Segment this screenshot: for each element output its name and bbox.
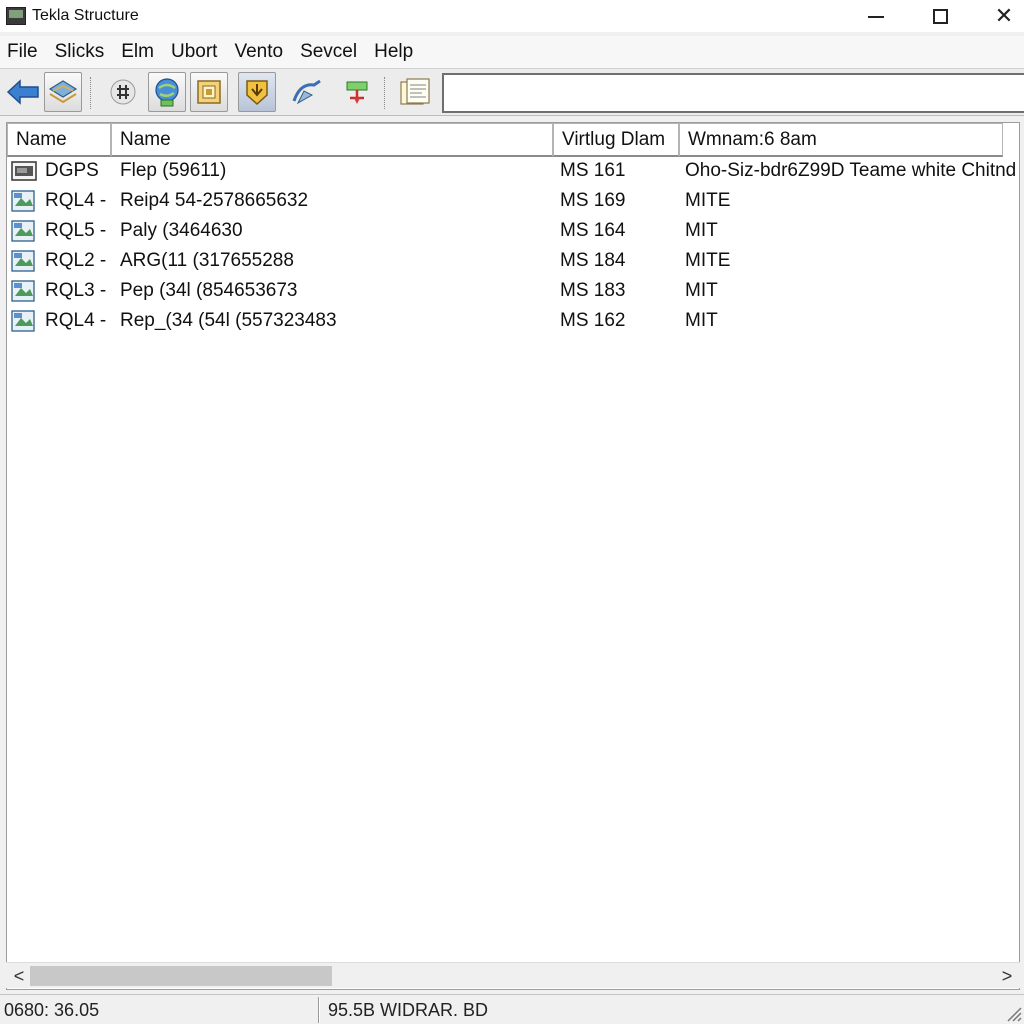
maximize-button[interactable] <box>908 0 972 32</box>
address-field[interactable] <box>442 73 1024 113</box>
horizontal-scrollbar[interactable]: < > <box>6 962 1020 988</box>
layers-button[interactable] <box>44 72 82 112</box>
globe-button[interactable] <box>148 72 186 112</box>
toolbar <box>0 68 1024 116</box>
toolbar-separator <box>90 77 92 109</box>
back-arrow-icon <box>6 79 39 105</box>
menu-ubort[interactable]: Ubort <box>164 41 227 63</box>
table-row[interactable]: RQL3 - Pep (34l (854653673 MS 183 MIT <box>7 276 1019 306</box>
back-button[interactable] <box>4 72 42 112</box>
row-name: Paly (3464630 <box>120 220 243 241</box>
scroll-right-icon[interactable]: > <box>996 963 1018 989</box>
menu-sevcel[interactable]: Sevcel <box>293 41 367 63</box>
menu-elm[interactable]: Elm <box>114 41 164 63</box>
row-code: RQL2 - <box>45 250 107 271</box>
status-bar: 0680: 36.05 95.5B WIDRAR. BD <box>0 994 1024 1024</box>
row-description: MITE <box>685 190 731 211</box>
table-row[interactable]: RQL4 - Reip4 54-2578665632 MS 169 MITE <box>7 186 1019 216</box>
list-header: Name Name Virtlug Dlam Wmnam:6 8am <box>7 123 1019 157</box>
menu-bar: File Slicks Elm Ubort Vento Sevcel Help <box>0 36 1024 68</box>
status-left: 0680: 36.05 <box>4 999 100 1020</box>
row-name: Reip4 54-2578665632 <box>120 190 309 211</box>
row-value: MS 183 <box>560 280 626 301</box>
status-right: 95.5B WIDRAR. BD <box>328 999 489 1020</box>
menu-vento[interactable]: Vento <box>227 41 293 63</box>
column-header-name[interactable]: Name <box>7 123 111 157</box>
row-name: ARG(11 (317655288 <box>120 250 294 271</box>
fly-icon <box>292 79 321 105</box>
frame-button[interactable] <box>190 72 228 112</box>
grid-icon <box>110 79 136 105</box>
window-title: Tekla Structure <box>32 7 139 24</box>
shield-arrow-button[interactable] <box>238 72 276 112</box>
row-value: MS 162 <box>560 310 626 331</box>
layers-icon <box>48 80 78 104</box>
row-value: MS 184 <box>560 250 626 271</box>
row-name: Rep_(34 (54l (557323483 <box>120 310 337 331</box>
column-header-name-2[interactable]: Name <box>111 123 553 157</box>
row-description: MIT <box>685 310 718 331</box>
file-image-icon <box>11 310 35 332</box>
document-icon <box>400 78 430 105</box>
network-icon <box>346 81 368 104</box>
document-button[interactable] <box>396 72 434 112</box>
row-description: MITE <box>685 250 731 271</box>
title-bar: Tekla Structure ✕ <box>0 0 1024 32</box>
resize-grip-icon[interactable] <box>1004 1004 1022 1022</box>
grid-button[interactable] <box>104 72 142 112</box>
row-value: MS 164 <box>560 220 626 241</box>
close-button[interactable]: ✕ <box>972 0 1024 32</box>
minimize-icon <box>868 16 884 18</box>
table-row[interactable]: RQL2 - ARG(11 (317655288 MS 184 MITE <box>7 246 1019 276</box>
table-row[interactable]: DGPS Flep (59611) MS 161 Oho-Siz-bdr6Z99… <box>7 156 1019 186</box>
row-code: RQL5 - <box>45 220 107 241</box>
row-description: MIT <box>685 280 718 301</box>
row-value: MS 161 <box>560 160 626 181</box>
minimize-button[interactable] <box>844 0 908 32</box>
row-description: MIT <box>685 220 718 241</box>
table-row[interactable]: RQL5 - Paly (3464630 MS 164 MIT <box>7 216 1019 246</box>
toolbar-separator <box>384 77 386 109</box>
scroll-thumb[interactable] <box>30 966 332 986</box>
row-description: Oho-Siz-bdr6Z99D Teame white Chitnd <box>685 160 1015 181</box>
fly-button[interactable] <box>288 72 326 112</box>
row-code: RQL3 - <box>45 280 107 301</box>
status-divider <box>318 997 320 1023</box>
file-image-icon <box>11 280 35 302</box>
row-name: Pep (34l (854653673 <box>120 280 298 301</box>
file-image-icon <box>11 250 35 272</box>
globe-icon <box>155 78 179 107</box>
file-monitor-icon <box>11 161 37 181</box>
row-code: RQL4 - <box>45 310 107 331</box>
frame-icon <box>197 80 221 104</box>
row-code: RQL4 - <box>45 190 107 211</box>
scroll-left-icon[interactable]: < <box>8 963 30 989</box>
app-icon <box>6 7 26 25</box>
maximize-icon <box>932 8 948 24</box>
file-list-view: Name Name Virtlug Dlam Wmnam:6 8am DGPS … <box>6 122 1020 990</box>
menu-file[interactable]: File <box>0 41 48 63</box>
row-name: Flep (59611) <box>120 160 227 181</box>
column-header-wmnam[interactable]: Wmnam:6 8am <box>679 123 1003 157</box>
row-value: MS 169 <box>560 190 626 211</box>
file-image-icon <box>11 190 35 212</box>
menu-help[interactable]: Help <box>367 41 423 63</box>
table-row[interactable]: RQL4 - Rep_(34 (54l (557323483 MS 162 MI… <box>7 306 1019 336</box>
column-header-virtlug-dlam[interactable]: Virtlug Dlam <box>553 123 679 157</box>
network-button[interactable] <box>338 72 376 112</box>
file-image-icon <box>11 220 35 242</box>
menu-slicks[interactable]: Slicks <box>48 41 115 63</box>
row-code: DGPS <box>45 160 99 181</box>
shield-arrow-icon <box>246 80 268 106</box>
close-icon: ✕ <box>994 3 1014 28</box>
